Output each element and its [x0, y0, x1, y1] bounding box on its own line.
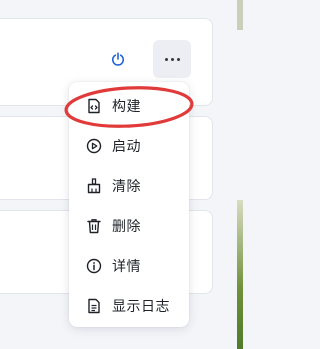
- menu-item-show-logs[interactable]: 显示日志: [69, 288, 189, 324]
- background-edge: [237, 200, 243, 349]
- more-actions-button[interactable]: [153, 40, 191, 78]
- menu-item-label: 清除: [112, 179, 141, 195]
- menu-item-label: 显示日志: [112, 299, 170, 315]
- actions-dropdown-menu: 构建 启动 清除 删除 详情 显示日志: [69, 82, 189, 327]
- page: 构建 启动 清除 删除 详情 显示日志: [0, 0, 243, 349]
- trash-icon: [86, 218, 102, 234]
- menu-item-delete[interactable]: 删除: [69, 208, 189, 244]
- menu-item-build[interactable]: 构建: [69, 88, 189, 124]
- menu-item-label: 详情: [112, 259, 141, 275]
- menu-item-details[interactable]: 详情: [69, 248, 189, 284]
- menu-item-label: 构建: [112, 99, 141, 115]
- info-circle-icon: [86, 258, 102, 274]
- menu-item-label: 删除: [112, 219, 141, 235]
- build-code-file-icon: [86, 98, 102, 114]
- log-file-icon: [86, 298, 102, 314]
- clear-broom-icon: [86, 178, 102, 194]
- power-icon[interactable]: [110, 51, 126, 67]
- more-horizontal-icon: [164, 57, 180, 61]
- menu-item-clear[interactable]: 清除: [69, 168, 189, 204]
- play-circle-icon: [86, 138, 102, 154]
- menu-item-label: 启动: [112, 139, 141, 155]
- menu-item-start[interactable]: 启动: [69, 128, 189, 164]
- background-edge: [237, 0, 243, 30]
